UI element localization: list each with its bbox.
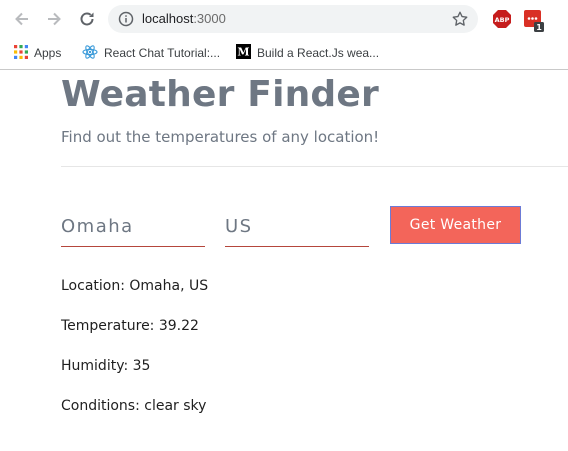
extension-icon[interactable]: 1	[523, 9, 545, 33]
browser-toolbar: localhost:3000 ABP 1	[0, 0, 568, 38]
country-input[interactable]	[225, 210, 369, 247]
forward-icon[interactable]	[44, 9, 64, 29]
bookmark-label: Build a React.Js wea...	[257, 46, 380, 60]
page-subtitle: Find out the temperatures of any locatio…	[61, 128, 380, 146]
apps-grid-icon	[14, 44, 28, 62]
extension-badge: 1	[536, 23, 542, 32]
page-title: Weather Finder	[61, 74, 379, 115]
react-logo-icon	[82, 44, 98, 62]
url-host: localhost	[142, 11, 194, 26]
address-bar[interactable]: localhost:3000	[108, 5, 478, 33]
header-divider	[61, 166, 568, 167]
bookmark-build-react[interactable]: M Build a React.Js wea...	[236, 44, 379, 62]
adblock-extension-icon[interactable]: ABP	[492, 9, 512, 29]
bookmark-star-icon[interactable]	[451, 10, 469, 32]
svg-text:M: M	[237, 46, 249, 59]
address-url[interactable]: localhost:3000	[142, 11, 226, 26]
bookmark-label: React Chat Tutorial:...	[104, 46, 221, 60]
bookmark-apps[interactable]: Apps	[14, 44, 61, 62]
conditions-result: Conditions: clear sky	[61, 398, 207, 414]
bookmark-label: Apps	[34, 46, 62, 60]
temperature-result: Temperature: 39.22	[61, 318, 199, 334]
back-icon[interactable]	[12, 9, 32, 29]
abp-label: ABP	[495, 16, 510, 24]
medium-logo-icon: M	[236, 44, 251, 62]
city-input[interactable]	[61, 210, 205, 247]
get-weather-button[interactable]: Get Weather	[390, 206, 521, 244]
bookmark-react-chat[interactable]: React Chat Tutorial:...	[82, 44, 220, 62]
location-result: Location: Omaha, US	[61, 278, 209, 294]
reload-icon[interactable]	[77, 9, 97, 29]
bookmarks-bar: Apps React Chat Tutorial:... M Build a R…	[0, 38, 568, 70]
url-port: :3000	[193, 11, 226, 26]
humidity-result: Humidity: 35	[61, 358, 151, 374]
info-icon[interactable]	[118, 11, 134, 31]
